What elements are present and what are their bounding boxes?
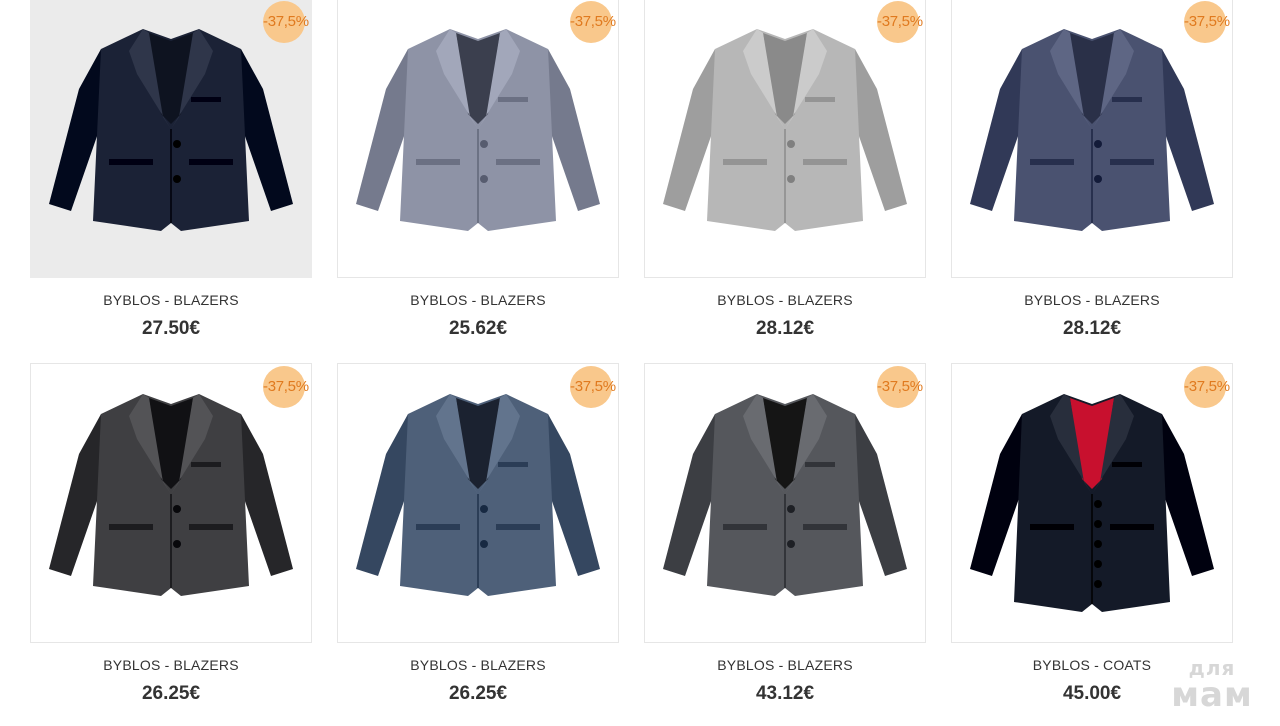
product-name[interactable]: BYBLOS - BLAZERS	[337, 657, 619, 673]
product-image[interactable]: -37,5%	[644, 0, 926, 278]
blue-check-blazer-icon	[970, 29, 1214, 231]
discount-badge: -37,5%	[263, 366, 309, 408]
product-card[interactable]: -37,5% BYBLOS - BLAZERS 43.12€	[644, 363, 926, 705]
product-name[interactable]: BYBLOS - BLAZERS	[30, 292, 312, 308]
discount-badge: -37,5%	[1184, 366, 1230, 408]
product-price: 26.25€	[141, 683, 201, 704]
product-image[interactable]: -37,5%	[337, 0, 619, 278]
navy-blazer-icon	[49, 29, 293, 231]
houndstooth-blazer-icon	[356, 29, 600, 231]
product-card[interactable]: -37,5% BYBLOS - BLAZERS 26.25€	[337, 363, 619, 705]
discount-badge: -37,5%	[877, 1, 923, 43]
product-card[interactable]: -37,5% BYBLOS - BLAZERS 25.62€	[337, 0, 619, 340]
product-price: 26.25€	[448, 683, 508, 704]
product-name[interactable]: BYBLOS - BLAZERS	[644, 292, 926, 308]
discount-badge: -37,5%	[263, 1, 309, 43]
product-price: 43.12€	[755, 683, 815, 704]
product-image[interactable]: -37,5%	[951, 0, 1233, 278]
charcoal-blazer-icon	[49, 394, 293, 596]
watermark-logo: для мам	[1162, 658, 1262, 712]
product-image[interactable]: -37,5%	[951, 363, 1233, 643]
product-name[interactable]: BYBLOS - BLAZERS	[30, 657, 312, 673]
product-price: 28.12€	[1062, 318, 1122, 339]
product-image[interactable]: -37,5%	[337, 363, 619, 643]
product-price: 25.62€	[448, 318, 508, 339]
product-image[interactable]: -37,5%	[30, 0, 312, 278]
product-image[interactable]: -37,5%	[644, 363, 926, 643]
watermark-line-2: мам	[1171, 675, 1253, 715]
product-name[interactable]: BYBLOS - BLAZERS	[951, 292, 1233, 308]
product-card[interactable]: -37,5% BYBLOS - BLAZERS 28.12€	[951, 0, 1233, 340]
product-price: 28.12€	[755, 318, 815, 339]
product-price: 27.50€	[141, 318, 201, 339]
discount-badge: -37,5%	[877, 366, 923, 408]
product-card[interactable]: -37,5% BYBLOS - BLAZERS 28.12€	[644, 0, 926, 340]
light-check-blazer-icon	[663, 29, 907, 231]
product-image[interactable]: -37,5%	[30, 363, 312, 643]
product-grid: -37,5% BYBLOS - BLAZERS 27.50€ -37,5% BY…	[0, 0, 1280, 726]
discount-badge: -37,5%	[1184, 1, 1230, 43]
product-card[interactable]: -37,5% BYBLOS - BLAZERS 27.50€	[30, 0, 312, 340]
grey-blazer-icon	[663, 394, 907, 596]
discount-badge: -37,5%	[570, 366, 616, 408]
product-card[interactable]: -37,5% BYBLOS - COATS 45.00€	[951, 363, 1233, 705]
navy-coat-icon	[970, 394, 1214, 612]
product-card[interactable]: -37,5% BYBLOS - BLAZERS 26.25€	[30, 363, 312, 705]
discount-badge: -37,5%	[570, 1, 616, 43]
product-name[interactable]: BYBLOS - BLAZERS	[644, 657, 926, 673]
denim-blazer-icon	[356, 394, 600, 596]
product-name[interactable]: BYBLOS - BLAZERS	[337, 292, 619, 308]
